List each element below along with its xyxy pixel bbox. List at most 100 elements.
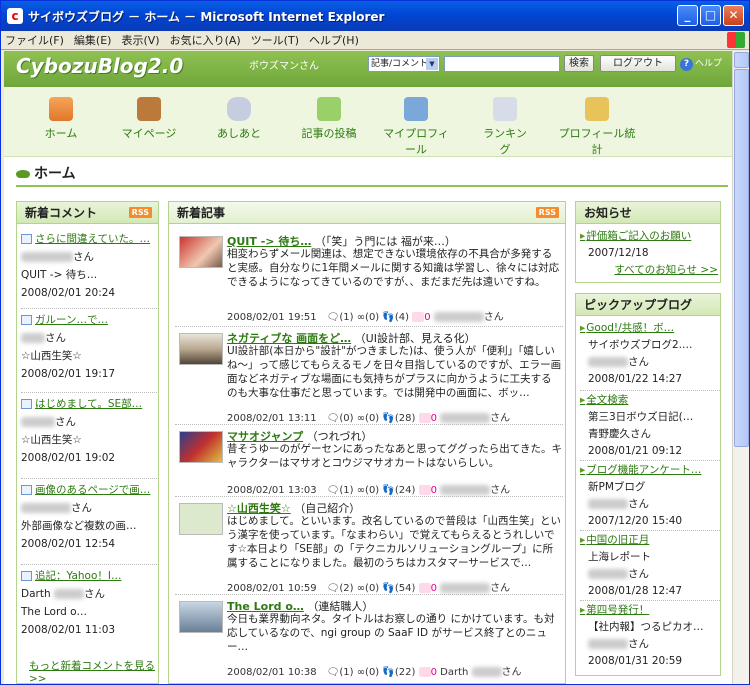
articles-header: 新着記事 RSS xyxy=(169,202,565,224)
title-divider xyxy=(16,185,728,187)
minimize-button[interactable]: _ xyxy=(677,5,698,26)
redacted-name xyxy=(433,312,484,322)
cybozu-app-icon: c xyxy=(7,8,23,24)
logout-button[interactable]: ログアウト xyxy=(600,55,676,72)
menu-view[interactable]: 表示(V) xyxy=(121,32,159,48)
page-title: ホーム xyxy=(16,163,76,183)
redacted-name xyxy=(21,417,55,427)
footprint-icon: 👣 xyxy=(382,312,395,323)
search-button[interactable]: 検索 xyxy=(564,55,594,72)
comments-panel: 新着コメント RSS さらに間違えていた。… さん QUIT -> 待ち… 200… xyxy=(16,201,159,684)
redacted-name xyxy=(471,667,502,677)
pickup-link[interactable]: 全文検索 xyxy=(580,392,720,409)
articles-panel: 新着記事 RSS QUIT -> 待ち… （「笑」う門には 福が来…） 相変わらず… xyxy=(168,201,566,684)
comment-link[interactable]: はじめまして。SE部… xyxy=(21,395,158,413)
pickup-header: ピックアップブログ xyxy=(576,294,720,316)
menu-help[interactable]: ヘルプ(H) xyxy=(309,32,359,48)
article-thumbnail[interactable] xyxy=(179,601,223,633)
vertical-scrollbar[interactable] xyxy=(732,51,749,684)
footprint-icon: 👣 xyxy=(382,583,395,594)
pickup-link[interactable]: 第四号発行！ xyxy=(580,602,720,619)
scroll-up-button[interactable] xyxy=(734,52,749,68)
article-thumbnail[interactable] xyxy=(179,236,223,268)
nav-home[interactable]: ホーム xyxy=(38,97,84,141)
redacted-name xyxy=(588,357,628,367)
article-body: はじめまして。といいます。改名しているので普段は「山西生笑」という漢字を使ってい… xyxy=(227,515,562,569)
help-link[interactable]: ? ヘルプ xyxy=(680,56,722,71)
comment-link[interactable]: 追記：Yahoo！I… xyxy=(21,567,158,585)
pickup-item: ブログ機能アンケート… 新PMブログ さん 2007/12/20 15:40 xyxy=(580,460,720,530)
redacted-name xyxy=(440,413,491,423)
house-icon xyxy=(49,97,73,121)
footprints-icon xyxy=(227,97,251,121)
article-body: 相変わらずメール関連は、想定できない環境依存の不具合が多発すると実感。自分なりに… xyxy=(227,248,560,288)
search-scope-select[interactable]: 記事/コメント xyxy=(368,56,440,72)
close-button[interactable]: ✕ xyxy=(723,5,744,26)
redacted-name xyxy=(53,589,84,599)
article-meta: 2008/02/01 10:38 🗨(1) ∞(0) 👣(22) 0 Darth… xyxy=(227,667,522,678)
articles-rss-button[interactable]: RSS xyxy=(535,207,559,218)
comment-count-icon: 🗨 xyxy=(326,485,340,496)
good-icon xyxy=(418,583,431,593)
article-meta: 2008/02/01 13:11 🗨(0) ∞(0) 👣(28) 0 さん xyxy=(227,413,511,424)
pickup-item: 全文検索 第三3日ボウズ日記(… 青野慶久さん 2008/01/21 09:12 xyxy=(580,390,720,460)
trackback-icon: ∞ xyxy=(356,667,366,678)
comment-item: 画像のあるページで画… さん 外部画像など複数の画… 2008/02/01 12… xyxy=(21,478,158,553)
notice-header: お知らせ xyxy=(576,202,720,224)
comments-rss-button[interactable]: RSS xyxy=(128,207,152,218)
article-thumbnail[interactable] xyxy=(179,503,223,535)
comment-link[interactable]: 画像のあるページで画… xyxy=(21,481,158,499)
title-bar[interactable]: c サイボウズブログ － ホーム － Microsoft Internet Ex… xyxy=(1,1,749,31)
pickup-link[interactable]: ブログ機能アンケート… xyxy=(580,462,720,479)
article-body: UI設計部(本日から"設計"がつきました)は、使う人が「便利」「嬉しいね～」って… xyxy=(227,345,562,399)
profile-icon xyxy=(404,97,428,121)
article-meta: 2008/02/01 10:59 🗨(2) ∞(0) 👣(54) 0 さん xyxy=(227,583,511,594)
page-viewport: CybozuBlog2.0 ボウズマンさん 記事/コメント 検索 ログアウト ?… xyxy=(4,51,732,684)
article-thumbnail[interactable] xyxy=(179,431,223,463)
scroll-thumb[interactable] xyxy=(734,69,749,447)
comments-header: 新着コメント RSS xyxy=(17,202,158,224)
pickup-item: 中国の旧正月 上海レポート さん 2008/01/28 12:47 xyxy=(580,530,720,600)
pickup-item: Good!/共感！ボ… サイボウズブログ2.… さん 2008/01/22 14… xyxy=(580,320,720,388)
menu-favorites[interactable]: お気に入り(A) xyxy=(170,32,241,48)
search-input[interactable] xyxy=(444,56,560,72)
article-item: QUIT -> 待ち… （「笑」う門には 福が来…） 相変わらずメール関連は、想… xyxy=(175,230,563,326)
pickup-item: 第四号発行！ 【社内報】つるピカオ… さん 2008/01/31 20:59 xyxy=(580,600,720,670)
comment-link[interactable]: ガルーン…で… xyxy=(21,311,158,329)
menu-tools[interactable]: ツール(T) xyxy=(251,32,299,48)
notice-link[interactable]: 評価箱ご記入のお願い xyxy=(580,228,720,245)
notice-panel: お知らせ 評価箱ご記入のお願い 2007/12/18 すべてのお知らせ >> xyxy=(575,201,721,283)
nav-ranking[interactable]: ランキング xyxy=(478,97,532,157)
nav-footprints[interactable]: あしあと xyxy=(212,97,266,141)
comment-link[interactable]: さらに間違えていた。… xyxy=(21,230,158,248)
redacted-name xyxy=(440,485,491,495)
site-logo[interactable]: CybozuBlog2.0 xyxy=(16,54,183,78)
comment-count-icon: 🗨 xyxy=(326,667,340,678)
redacted-name xyxy=(588,639,628,649)
site-header: CybozuBlog2.0 ボウズマンさん 記事/コメント 検索 ログアウト ?… xyxy=(4,51,732,87)
good-icon xyxy=(418,413,431,423)
help-icon: ? xyxy=(680,58,693,71)
nav-mypage[interactable]: マイページ xyxy=(114,97,184,141)
windows-flag-icon xyxy=(727,32,745,48)
nav-profile-stats[interactable]: プロフィール統計 xyxy=(554,97,640,157)
maximize-button[interactable]: □ xyxy=(700,5,721,26)
comment-count-icon: 🗨 xyxy=(326,583,340,594)
more-comments-link[interactable]: もっと新着コメントを見る>> xyxy=(29,658,158,683)
nav-post[interactable]: 記事の投稿 xyxy=(296,97,362,141)
pickup-link[interactable]: Good!/共感！ボ… xyxy=(580,320,720,337)
home-marker-icon xyxy=(16,170,30,178)
nav-profile[interactable]: マイプロフィール xyxy=(378,97,454,157)
window-controls: _ □ ✕ xyxy=(677,5,744,26)
menu-file[interactable]: ファイル(F) xyxy=(5,32,64,48)
all-notices-link[interactable]: すべてのお知らせ >> xyxy=(580,262,720,279)
trackback-icon: ∞ xyxy=(356,413,366,424)
article-item: The Lord o… （連結職人） 今日も業界動向ネタ。タイトルはお察しの通り… xyxy=(175,594,563,683)
article-item: ネガティブな 画面をど… （UI設計部、見える化） UI設計部(本日から"設計"… xyxy=(175,326,563,424)
trackback-icon: ∞ xyxy=(356,583,366,594)
menu-edit[interactable]: 編集(E) xyxy=(74,32,112,48)
good-icon xyxy=(418,485,431,495)
footprint-icon: 👣 xyxy=(382,485,395,496)
pickup-link[interactable]: 中国の旧正月 xyxy=(580,532,720,549)
article-thumbnail[interactable] xyxy=(179,333,223,365)
